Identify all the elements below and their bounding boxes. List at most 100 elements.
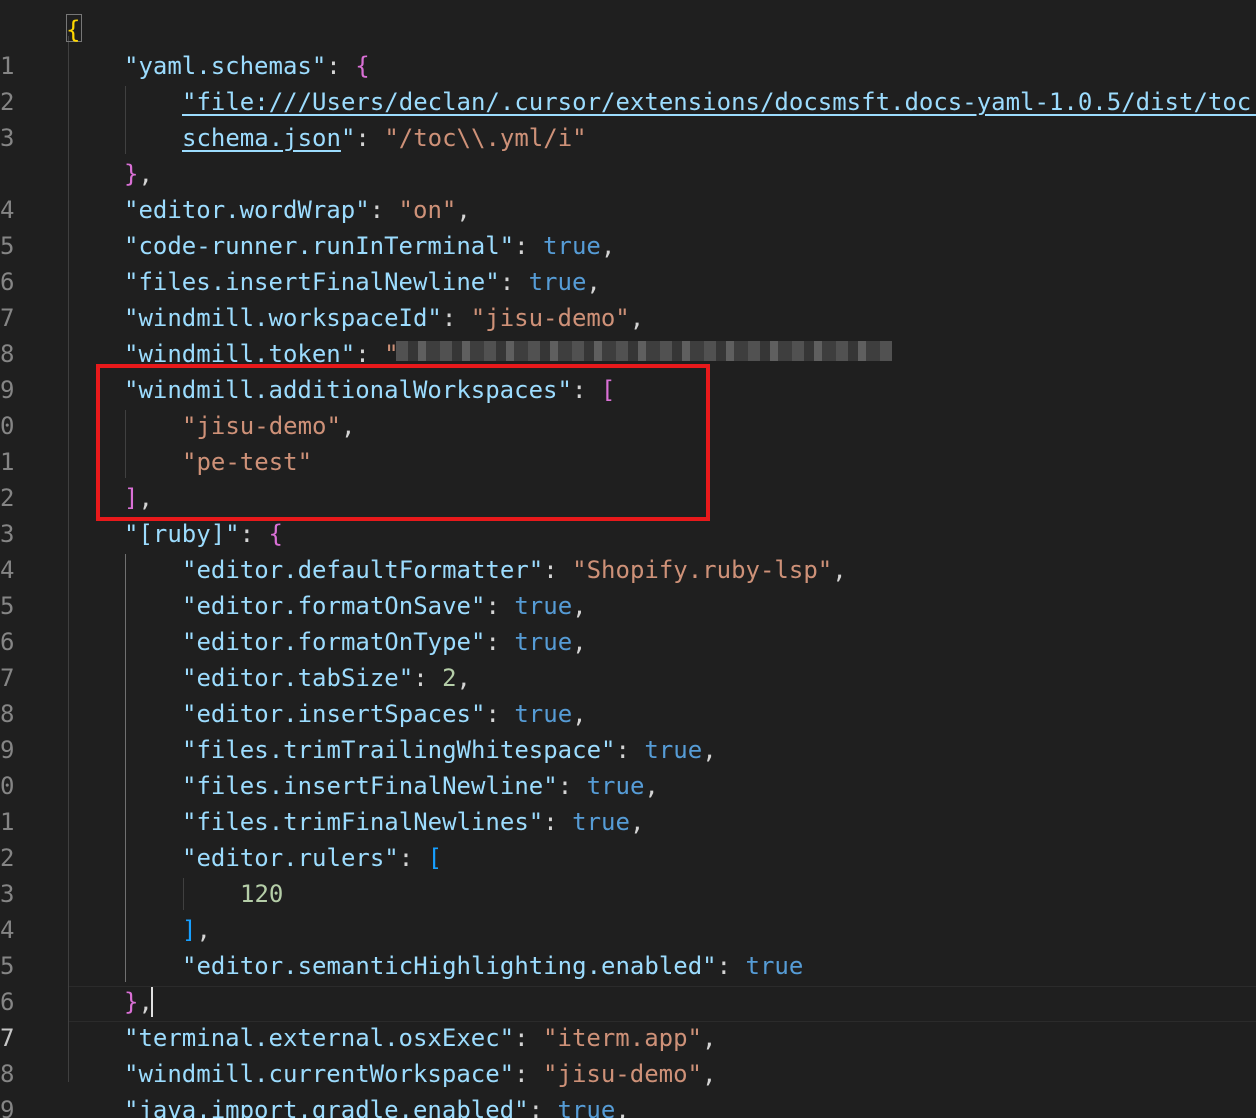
json-string: "jisu-demo": [470, 304, 630, 332]
colon: :: [615, 736, 645, 764]
colon: :: [485, 700, 515, 728]
json-boolean: true: [644, 736, 703, 764]
json-key: "files.trimFinalNewlines": [182, 808, 544, 836]
comma: ,: [572, 628, 587, 656]
comma: ,: [629, 808, 645, 836]
comma: ,: [572, 700, 587, 728]
code-line[interactable]: 5 ],: [0, 912, 1256, 980]
code-line[interactable]: 8 "terminal.external.osxExec": "iterm.ap…: [0, 1020, 1256, 1088]
json-boolean: true: [586, 772, 645, 800]
code-line[interactable]: 2 "yaml.schemas": {: [0, 48, 1256, 116]
comma: ,: [702, 1024, 717, 1052]
code-line[interactable]: 5 "editor.wordWrap": "on",: [0, 192, 1256, 260]
open-brace: {: [268, 520, 283, 548]
code-line[interactable]: 5 "editor.defaultFormatter": "Shopify.ru…: [0, 552, 1256, 620]
colon: :: [514, 1060, 544, 1088]
open-brace: {: [66, 16, 81, 44]
colon: :: [239, 520, 269, 548]
code-line[interactable]: 9 "windmill.currentWorkspace": "jisu-dem…: [0, 1056, 1256, 1118]
colon: :: [543, 556, 573, 584]
colon: :: [528, 1096, 558, 1118]
json-string: "Shopify.ruby-lsp": [572, 556, 833, 584]
json-string: "jisu-demo": [543, 1060, 702, 1088]
annotation-highlight-box: [96, 364, 710, 521]
code-line[interactable]: 9 "editor.insertSpaces": true,: [0, 696, 1256, 764]
colon: :: [485, 628, 515, 656]
json-key: "[ruby]": [124, 520, 240, 548]
colon: :: [514, 1024, 544, 1052]
json-key: "editor.defaultFormatter": [182, 556, 544, 584]
json-boolean: true: [543, 232, 601, 260]
code-line[interactable]: 4 120: [0, 876, 1256, 944]
json-key: "editor.formatOnSave": [182, 592, 486, 620]
colon: :: [514, 232, 544, 260]
json-boolean: true: [572, 808, 630, 836]
code-editor[interactable]: 1 { 2 "yaml.schemas": { 3 "file:///Users…: [0, 0, 1256, 1118]
json-key: "editor.formatOnType": [182, 628, 486, 656]
colon: :: [441, 304, 471, 332]
json-key: "editor.insertSpaces": [182, 700, 486, 728]
json-key: "editor.tabSize": [182, 664, 414, 692]
code-line[interactable]: 2 "files.trimFinalNewlines": true,: [0, 804, 1256, 872]
json-boolean: true: [514, 628, 573, 656]
code-line[interactable]: 8 "editor.tabSize": 2,: [0, 660, 1256, 728]
json-key: "code-runner.runInTerminal": [124, 232, 515, 260]
code-line[interactable]: 1 "files.insertFinalNewline": true,: [0, 768, 1256, 836]
open-bracket: [: [427, 844, 443, 872]
comma: ,: [456, 196, 471, 224]
code-line-active[interactable]: 7 },: [0, 984, 1256, 1052]
json-string: "on": [398, 196, 457, 224]
code-line[interactable]: 3 "editor.rulers": [: [0, 840, 1256, 908]
json-key: "yaml.schemas": [124, 52, 327, 80]
file-link[interactable]: schema.json: [182, 124, 341, 152]
colon: :: [413, 664, 443, 692]
code-line[interactable]: 6 "code-runner.runInTerminal": true,: [0, 228, 1256, 296]
code-line[interactable]: 8 "windmill.workspaceId": "jisu-demo",: [0, 300, 1256, 368]
colon: :: [398, 844, 428, 872]
code-line-wrapped[interactable]: schema.json": "/toc\\.yml/i": [0, 120, 1256, 156]
code-line[interactable]: 1 {: [0, 12, 1256, 80]
json-key: "editor.rulers": [182, 844, 399, 872]
json-key: "java.import.gradle.enabled": [124, 1096, 529, 1118]
colon: :: [369, 196, 399, 224]
json-key: "files.trimTrailingWhitespace": [182, 736, 616, 764]
code-line[interactable]: 6 "editor.semanticHighlighting.enabled":…: [0, 948, 1256, 1016]
json-string: "iterm.app": [543, 1024, 702, 1052]
json-key: "files.insertFinalNewline": [182, 772, 558, 800]
code-line[interactable]: "java.import.gradle.enabled": true,: [0, 1092, 1256, 1118]
comma: ,: [832, 556, 847, 584]
comma: ,: [586, 268, 601, 296]
comma: ,: [138, 160, 153, 188]
comma: ,: [572, 592, 587, 620]
json-boolean: true: [557, 1096, 616, 1118]
open-brace: {: [355, 52, 370, 80]
quote: ": [340, 124, 356, 152]
colon: :: [485, 592, 515, 620]
json-key: "files.insertFinalNewline": [124, 268, 500, 296]
comma: ,: [702, 1060, 717, 1088]
json-boolean: true: [514, 592, 573, 620]
comma: ,: [615, 1096, 630, 1118]
close-bracket: ]: [182, 916, 197, 944]
code-line[interactable]: 3 "file:///Users/declan/.cursor/extensio…: [0, 84, 1256, 152]
json-boolean: true: [745, 952, 804, 980]
colon: :: [557, 772, 587, 800]
text-cursor: [151, 987, 153, 1017]
code-line[interactable]: 6 "editor.formatOnSave": true,: [0, 588, 1256, 656]
code-line[interactable]: 4 },: [0, 156, 1256, 224]
colon: :: [355, 124, 385, 152]
code-line[interactable]: 7 "files.insertFinalNewline": true,: [0, 264, 1256, 332]
json-number: 2: [442, 664, 457, 692]
close-brace: }: [124, 160, 139, 188]
code-line[interactable]: 4 "[ruby]": {: [0, 516, 1256, 584]
comma: ,: [456, 664, 471, 692]
json-string: "/toc\\.yml/i": [384, 124, 587, 152]
json-key: "windmill.currentWorkspace": [124, 1060, 515, 1088]
colon: :: [716, 952, 746, 980]
close-brace: }: [124, 988, 139, 1016]
code-line[interactable]: 7 "editor.formatOnType": true,: [0, 624, 1256, 692]
code-line[interactable]: 0 "files.trimTrailingWhitespace": true,: [0, 732, 1256, 800]
file-link[interactable]: "file:///Users/declan/.cursor/extensions…: [182, 88, 1256, 116]
json-key: "windmill.workspaceId": [124, 304, 442, 332]
redacted-token: [396, 341, 892, 361]
